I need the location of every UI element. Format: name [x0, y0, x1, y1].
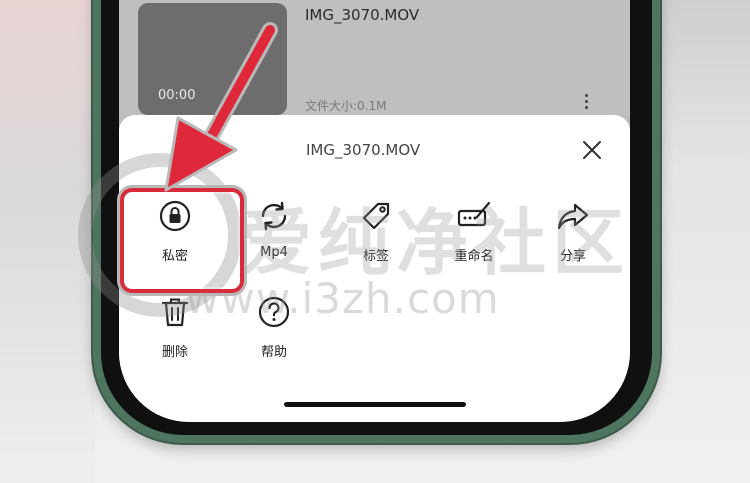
action-delete[interactable]: 删除 [140, 295, 210, 375]
tag-icon [362, 202, 390, 230]
background-left [0, 0, 95, 483]
file-list: 00:00 IMG_3070.MOV 文件大小:0.1M [119, 0, 630, 115]
action-label: 帮助 [260, 345, 287, 360]
more-options-icon[interactable] [583, 94, 589, 114]
action-label: 删除 [161, 345, 188, 360]
close-icon[interactable] [581, 139, 603, 161]
action-label: Mp4 [260, 245, 288, 260]
action-mp4[interactable]: Mp4 [239, 199, 309, 279]
file-name: IMG_3070.MOV [305, 6, 420, 24]
action-label: 分享 [559, 249, 586, 264]
trash-icon [161, 298, 189, 327]
home-indicator [284, 402, 466, 407]
action-label: 重命名 [454, 249, 494, 264]
file-size: 文件大小:0.1M [305, 99, 387, 113]
sheet-title: IMG_3070.MOV [306, 141, 421, 159]
action-private[interactable]: 私密 [140, 199, 210, 279]
video-duration: 00:00 [158, 88, 196, 103]
help-icon [258, 296, 290, 328]
rename-icon [457, 201, 491, 227]
share-icon [557, 203, 589, 230]
action-share[interactable]: 分享 [538, 199, 608, 279]
action-rename[interactable]: 重命名 [439, 199, 509, 279]
action-label: 私密 [161, 249, 188, 264]
convert-icon [261, 201, 287, 231]
video-thumbnail[interactable]: 00:00 [138, 3, 287, 115]
phone-screen: 00:00 IMG_3070.MOV 文件大小:0.1M IMG_3070.MO… [119, 0, 630, 422]
action-help[interactable]: 帮助 [239, 295, 309, 375]
action-tag[interactable]: 标签 [341, 199, 411, 279]
action-sheet: IMG_3070.MOV 私密 Mp4 标签 重命名 分享 删除 帮助 [119, 115, 630, 422]
action-label: 标签 [362, 249, 389, 264]
lock-icon [159, 200, 191, 232]
